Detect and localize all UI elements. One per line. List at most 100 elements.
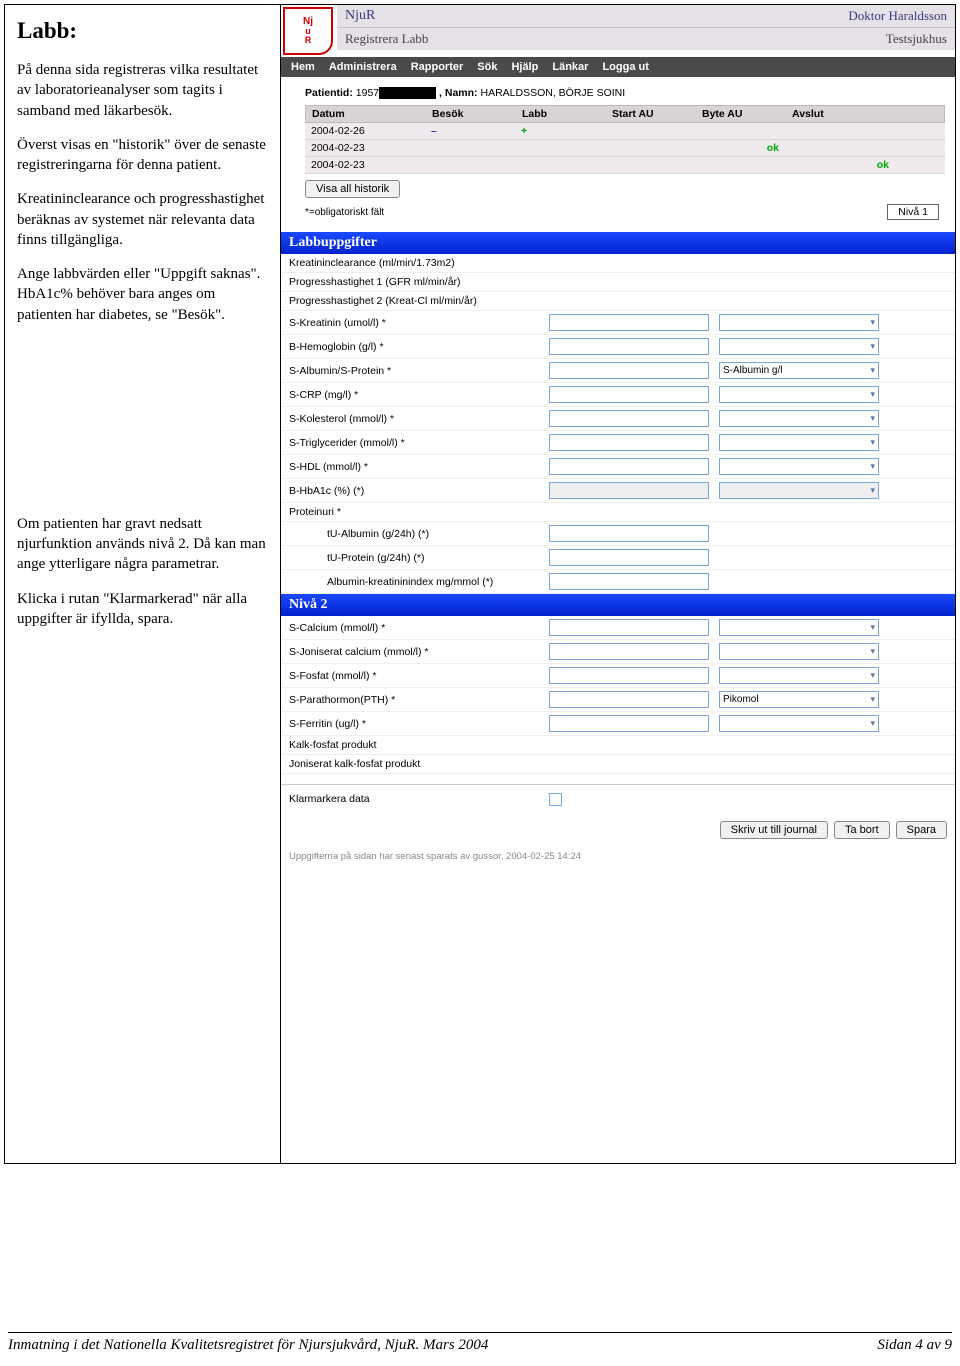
lab-field-label: Joniserat kalk-fosfat produkt <box>289 758 549 770</box>
col-avslut: Avslut <box>786 106 896 122</box>
lab-value-input[interactable] <box>549 362 709 379</box>
lab-value-input[interactable] <box>549 525 709 542</box>
lab-field-row: Joniserat kalk-fosfat produkt <box>281 755 955 774</box>
lab-field-row: tU-Protein (g/24h) (*) <box>281 546 955 570</box>
lab-unit-select[interactable]: ▾ <box>719 619 879 636</box>
save-button[interactable]: Spara <box>896 821 947 839</box>
patient-line: Patientid: 1957xxxx , Namn: HARALDSSON, … <box>287 83 949 105</box>
patient-id-prefix: 1957 <box>356 87 379 99</box>
lab-field-row: S-Calcium (mmol/l) * ▾ <box>281 616 955 640</box>
menu-sok[interactable]: Sök <box>477 61 497 73</box>
menu-rapporter[interactable]: Rapporter <box>411 61 464 73</box>
lab-value-input[interactable] <box>549 573 709 590</box>
lab-value-input[interactable] <box>549 386 709 403</box>
lab-value-input[interactable] <box>549 691 709 708</box>
lab-unit-select[interactable]: ▾ <box>719 643 879 660</box>
lab-value-input[interactable] <box>549 643 709 660</box>
lab-field-label: S-HDL (mmol/l) * <box>289 461 549 473</box>
lab-field-label: Kreatininclearance (ml/min/1.73m2) <box>289 257 549 269</box>
lab-unit-select: ▾ <box>719 482 879 499</box>
delete-button[interactable]: Ta bort <box>834 821 890 839</box>
lab-field-label: Proteinuri * <box>289 506 549 518</box>
lab-value-input[interactable] <box>549 314 709 331</box>
lab-value-input[interactable] <box>549 667 709 684</box>
history-row[interactable]: 2004-02-23 ok <box>305 140 945 157</box>
lab-value-input[interactable] <box>549 410 709 427</box>
lab-field-label: S-Calcium (mmol/l) * <box>289 622 549 634</box>
chevron-down-icon: ▾ <box>870 413 875 424</box>
history-row[interactable]: 2004-02-23 ok <box>305 157 945 174</box>
history-table: Datum Besök Labb Start AU Byte AU Avslut… <box>305 105 945 174</box>
lab-field-label: S-Triglycerider (mmol/l) * <box>289 437 549 449</box>
lab-value-input[interactable] <box>549 549 709 566</box>
menu-lankar[interactable]: Länkar <box>552 61 588 73</box>
lab-value-input[interactable] <box>549 338 709 355</box>
col-startau: Start AU <box>606 106 696 122</box>
history-row[interactable]: 2004-02-26 – + <box>305 123 945 140</box>
chevron-down-icon: ▾ <box>870 622 875 633</box>
lab-unit-select[interactable]: ▾ <box>719 338 879 355</box>
lab-field-row: Progresshastighet 2 (Kreat-Cl ml/min/år) <box>281 292 955 311</box>
lab-unit-select[interactable]: ▾ <box>719 434 879 451</box>
hospital-name: Testsjukhus <box>886 31 947 47</box>
doctor-name: Doktor Haraldsson <box>848 8 947 24</box>
menu-hjalp[interactable]: Hjälp <box>511 61 538 73</box>
lab-value-input <box>549 482 709 499</box>
lab-unit-select[interactable]: ▾ <box>719 667 879 684</box>
lab-field-row: Proteinuri * <box>281 503 955 522</box>
lab-value-input[interactable] <box>549 715 709 732</box>
required-note: *=obligatoriskt fält <box>305 207 384 218</box>
lab-field-row: B-Hemoglobin (g/l) * ▾ <box>281 335 955 359</box>
chevron-down-icon: ▾ <box>870 389 875 400</box>
instruction-p1: På denna sida registreras vilka resultat… <box>17 60 268 121</box>
app-title: NjuR <box>345 8 375 24</box>
lab-field-row: S-Parathormon(PTH) * Pikomol▾ <box>281 688 955 712</box>
chevron-down-icon: ▾ <box>870 341 875 352</box>
lab-unit-select[interactable]: Pikomol▾ <box>719 691 879 708</box>
lab-value-input[interactable] <box>549 619 709 636</box>
lab-unit-select[interactable]: ▾ <box>719 458 879 475</box>
patient-name-label: , Namn: <box>439 87 478 99</box>
chevron-down-icon: ▾ <box>870 694 875 705</box>
lab-field-label: S-Parathormon(PTH) * <box>289 694 549 706</box>
lab-unit-select[interactable]: ▾ <box>719 715 879 732</box>
instruction-p5: Om patienten har gravt nedsatt njurfunkt… <box>17 514 268 575</box>
lab-value-input[interactable] <box>549 434 709 451</box>
lab-field-label: S-Joniserat calcium (mmol/l) * <box>289 646 549 658</box>
level-indicator: Nivå 1 <box>887 204 939 220</box>
lab-unit-select[interactable]: ▾ <box>719 386 879 403</box>
col-besok: Besök <box>426 106 516 122</box>
section-niva2: Nivå 2 <box>281 594 955 616</box>
lab-field-label: S-Kreatinin (umol/l) * <box>289 317 549 329</box>
lab-unit-select[interactable]: ▾ <box>719 410 879 427</box>
lab-value-input[interactable] <box>549 458 709 475</box>
lab-field-row: S-Kreatinin (umol/l) * ▾ <box>281 311 955 335</box>
show-all-history-button[interactable]: Visa all historik <box>305 180 400 198</box>
menu-hem[interactable]: Hem <box>291 61 315 73</box>
chevron-down-icon: ▾ <box>870 485 875 496</box>
print-button[interactable]: Skriv ut till journal <box>720 821 828 839</box>
lab-field-row: S-HDL (mmol/l) * ▾ <box>281 455 955 479</box>
menu-logout[interactable]: Logga ut <box>602 61 648 73</box>
patient-id-redacted: xxxx <box>379 87 436 99</box>
col-datum: Datum <box>306 106 426 122</box>
lab-field-label: S-CRP (mg/l) * <box>289 389 549 401</box>
app-screenshot: NjuR NjuR Doktor Haraldsson Registrera L… <box>280 5 955 1163</box>
lab-field-label: B-Hemoglobin (g/l) * <box>289 341 549 353</box>
col-byteau: Byte AU <box>696 106 786 122</box>
instruction-p2: Överst visas en "historik" över de senas… <box>17 135 268 176</box>
chevron-down-icon: ▾ <box>870 461 875 472</box>
lab-field-row: S-Joniserat calcium (mmol/l) * ▾ <box>281 640 955 664</box>
lab-unit-select[interactable]: ▾ <box>719 314 879 331</box>
chevron-down-icon: ▾ <box>870 317 875 328</box>
page-footer: Inmatning i det Nationella Kvalitetsregi… <box>8 1332 952 1354</box>
menu-administrera[interactable]: Administrera <box>329 61 397 73</box>
footer-right: Sidan 4 av 9 <box>877 1337 952 1354</box>
lab-field-label: B-HbA1c (%) (*) <box>289 485 549 497</box>
chevron-down-icon: ▾ <box>870 437 875 448</box>
lab-field-row: Kreatininclearance (ml/min/1.73m2) <box>281 254 955 273</box>
klarmarkera-checkbox[interactable] <box>549 793 562 806</box>
lab-unit-select[interactable]: S-Albumin g/l▾ <box>719 362 879 379</box>
klarmarkera-label: Klarmarkera data <box>289 793 549 809</box>
lab-field-label: tU-Albumin (g/24h) (*) <box>289 528 549 540</box>
